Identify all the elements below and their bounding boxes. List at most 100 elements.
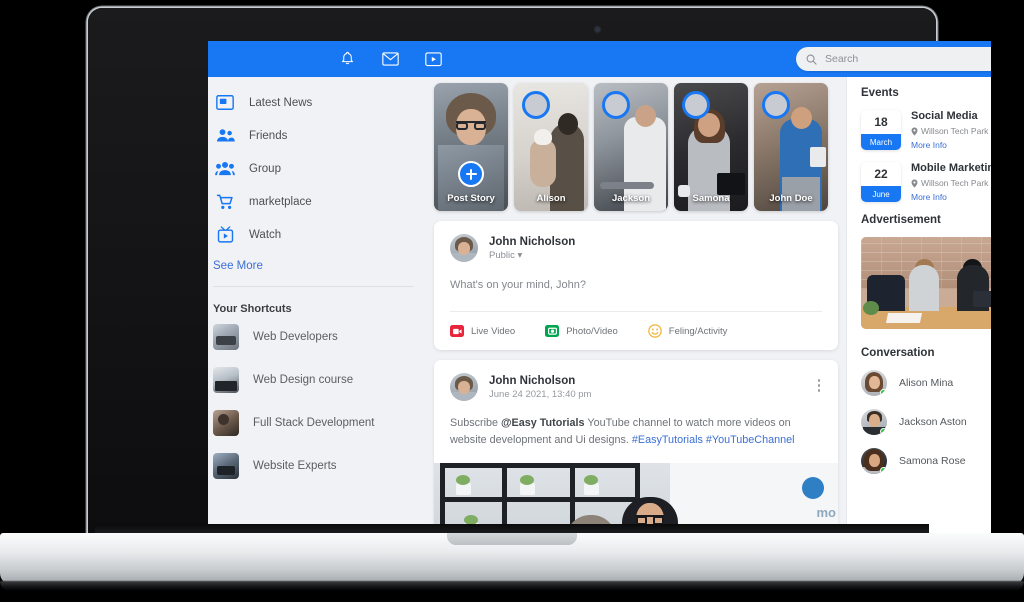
- shortcut-thumbnail: [213, 324, 239, 350]
- post-author: John Nicholson: [489, 375, 591, 387]
- event-name: Social Media: [911, 110, 988, 122]
- video-icon[interactable]: [424, 50, 443, 69]
- shortcut-item-web-design-course[interactable]: Web Design course: [208, 358, 426, 401]
- sidebar-item-latest-news[interactable]: Latest News: [208, 86, 426, 119]
- post-header: John Nicholson June 24 2021, 13:40 pm: [450, 373, 822, 401]
- shortcut-item-web-developers[interactable]: Web Developers: [208, 315, 426, 358]
- screenshot-stage: Search Latest News: [0, 0, 1024, 602]
- story-card-jackson[interactable]: Jackson: [594, 83, 668, 211]
- events-heading: Events: [861, 87, 991, 99]
- topbar-icon-group: [338, 50, 443, 69]
- composer-input[interactable]: What's on your mind, John?: [450, 279, 822, 291]
- more-options-icon[interactable]: [818, 379, 821, 392]
- story-avatar: [682, 91, 710, 119]
- avatar: [861, 370, 887, 396]
- sidebar-label: marketplace: [249, 196, 312, 208]
- shortcut-thumbnail: [213, 453, 239, 479]
- feed-post-card: John Nicholson June 24 2021, 13:40 pm Su…: [434, 360, 838, 533]
- shortcut-item-website-experts[interactable]: Website Experts: [208, 444, 426, 487]
- webcam-icon: [595, 27, 600, 32]
- story-label: Post Story: [434, 193, 508, 204]
- content-columns: Latest News Friends Group: [208, 77, 991, 533]
- event-date-badge: 18 March: [861, 110, 901, 150]
- feeling-icon: [648, 324, 662, 338]
- story-card-samona[interactable]: Samona: [674, 83, 748, 211]
- event-location: Willson Tech Park: [911, 126, 988, 136]
- contact-name: Alison Mina: [899, 377, 953, 389]
- post-timestamp: June 24 2021, 13:40 pm: [489, 389, 591, 400]
- news-icon: [213, 92, 237, 114]
- story-avatar: [762, 91, 790, 119]
- story-card-john-doe[interactable]: John Doe: [754, 83, 828, 211]
- right-sidebar: Events 18 March Social Media Willson Tec…: [846, 77, 991, 533]
- add-story-icon[interactable]: [458, 161, 484, 187]
- post-mention[interactable]: @Easy Tutorials: [501, 417, 585, 429]
- post-image[interactable]: mo: [434, 463, 838, 533]
- laptop-base-notch: [447, 533, 577, 545]
- bell-icon[interactable]: [338, 50, 357, 69]
- story-label: Samona: [674, 193, 748, 204]
- contact-item-alison-mina[interactable]: Alison Mina: [861, 370, 991, 396]
- event-item-social-media[interactable]: 18 March Social Media Willson Tech Park …: [861, 110, 991, 150]
- event-name: Mobile Marketing: [911, 162, 991, 174]
- location-pin-icon: [911, 179, 918, 188]
- composer-actions: Live Video Photo/Video: [450, 324, 822, 338]
- see-more-link[interactable]: See More: [208, 260, 426, 272]
- screen-content: Search Latest News: [208, 41, 991, 533]
- avatar: [450, 373, 478, 401]
- shortcut-thumbnail: [213, 410, 239, 436]
- event-item-mobile-marketing[interactable]: 22 June Mobile Marketing Willson Tech Pa…: [861, 162, 991, 202]
- contact-name: Samona Rose: [899, 455, 966, 467]
- action-label: Photo/Video: [566, 326, 618, 337]
- live-video-button[interactable]: Live Video: [450, 324, 515, 338]
- main-feed: Post Story Alison Jackson: [426, 77, 846, 533]
- story-avatar: [602, 91, 630, 119]
- event-month: March: [861, 134, 901, 150]
- search-input[interactable]: Search: [796, 47, 991, 71]
- shortcut-label: Web Design course: [253, 374, 353, 386]
- story-card-post-story[interactable]: Post Story: [434, 83, 508, 211]
- location-pin-icon: [911, 127, 918, 136]
- live-video-icon: [450, 325, 464, 337]
- event-more-info-link[interactable]: More Info: [911, 140, 988, 150]
- shortcut-label: Full Stack Development: [253, 417, 374, 429]
- shortcut-item-full-stack-development[interactable]: Full Stack Development: [208, 401, 426, 444]
- contact-item-samona-rose[interactable]: Samona Rose: [861, 448, 991, 474]
- event-more-info-link[interactable]: More Info: [911, 192, 991, 202]
- search-placeholder-text: Search: [825, 53, 858, 65]
- event-day: 18: [861, 110, 901, 134]
- sidebar-label: Latest News: [249, 97, 312, 109]
- shortcut-label: Web Developers: [253, 331, 338, 343]
- composer-username: John Nicholson: [489, 236, 575, 248]
- sidebar-item-group[interactable]: Group: [208, 152, 426, 185]
- story-avatar: [522, 91, 550, 119]
- sidebar-item-marketplace[interactable]: marketplace: [208, 185, 426, 218]
- group-icon: [213, 158, 237, 180]
- top-navigation-bar: Search: [208, 41, 991, 77]
- post-author-block: John Nicholson June 24 2021, 13:40 pm: [478, 375, 591, 400]
- sidebar-item-friends[interactable]: Friends: [208, 119, 426, 152]
- envelope-icon[interactable]: [381, 50, 400, 69]
- shortcut-thumbnail: [213, 367, 239, 393]
- stories-row: Post Story Alison Jackson: [434, 83, 838, 211]
- event-month: June: [861, 186, 901, 202]
- story-card-alison[interactable]: Alison: [514, 83, 588, 211]
- composer-audience[interactable]: Public ▾: [489, 250, 575, 261]
- shortcuts-heading: Your Shortcuts: [208, 303, 426, 315]
- post-hashtag-2[interactable]: #YouTubeChannel: [706, 434, 795, 446]
- contact-item-jackson-aston[interactable]: Jackson Aston: [861, 409, 991, 435]
- event-info: Mobile Marketing Willson Tech Park More …: [911, 162, 991, 202]
- cart-icon: [213, 191, 237, 213]
- composer-divider: [450, 311, 822, 312]
- composer-header: John Nicholson Public ▾: [450, 234, 822, 262]
- photo-video-button[interactable]: Photo/Video: [545, 324, 618, 338]
- post-composer-card: John Nicholson Public ▾ What's on your m…: [434, 221, 838, 350]
- advertisement-image[interactable]: [861, 237, 991, 329]
- online-status-dot: [880, 467, 887, 474]
- post-hashtag-1[interactable]: #EasyTutorials: [632, 434, 703, 446]
- event-date-badge: 22 June: [861, 162, 901, 202]
- sidebar-item-watch[interactable]: Watch: [208, 218, 426, 251]
- feeling-activity-button[interactable]: Feling/Activity: [648, 324, 728, 338]
- sidebar-divider: [213, 286, 414, 287]
- photo-video-icon: [545, 325, 559, 337]
